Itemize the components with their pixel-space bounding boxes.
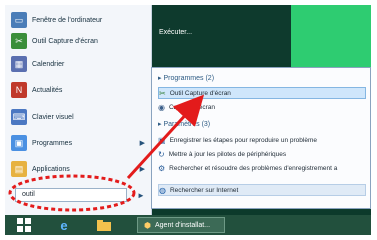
calendar-icon: ▦ bbox=[11, 56, 27, 72]
result-item-label: Rechercher sur Internet bbox=[169, 186, 239, 194]
result-item-search-internet[interactable]: ◍ Rechercher sur Internet bbox=[158, 184, 366, 196]
result-item-outil-capture[interactable]: ✂ Outil Capture d'écran bbox=[158, 87, 366, 99]
chevron-right-icon: ▶ bbox=[139, 166, 145, 173]
ie-icon[interactable]: e bbox=[55, 217, 73, 233]
start-menu-item-calendar[interactable]: ▦ Calendrier bbox=[11, 53, 145, 75]
start-menu-item-label: Outil Capture d'écran bbox=[32, 37, 98, 45]
scissors-icon: ✂ bbox=[11, 33, 27, 49]
windows-logo-icon[interactable] bbox=[15, 217, 33, 233]
update-icon: ↻ bbox=[158, 149, 165, 159]
result-item-label: Outil Capture d'écran bbox=[169, 89, 231, 97]
start-menu-item-top[interactable]: ▭ Fenêtre de l'ordinateur bbox=[11, 9, 145, 31]
taskbar: e ⬢ Agent d'installat... bbox=[5, 215, 371, 235]
news-icon: N bbox=[11, 82, 27, 98]
start-menu-item-programs[interactable]: ▣ Programmes ▶ bbox=[11, 132, 145, 154]
result-item-record-steps[interactable]: ▣ Enregistrer les étapes pour reproduire… bbox=[158, 134, 366, 146]
globe-icon: ◍ bbox=[159, 185, 166, 195]
keyboard-icon: ⌨ bbox=[11, 109, 27, 125]
start-menu: ▭ Fenêtre de l'ordinateur ✂ Outil Captur… bbox=[5, 5, 152, 215]
search-input[interactable]: outil bbox=[15, 188, 127, 202]
window-icon: ▭ bbox=[11, 12, 27, 28]
chevron-right-icon: ▶ bbox=[139, 140, 145, 147]
result-item-label: Rechercher et résoudre des problèmes d'e… bbox=[169, 164, 338, 172]
result-item-label: Enregistrer les étapes pour reproduire u… bbox=[169, 136, 317, 144]
taskbar-active-window-label: Agent d'installat... bbox=[154, 221, 211, 229]
taskbar-active-window-button[interactable]: ⬢ Agent d'installat... bbox=[137, 217, 225, 233]
result-item-troubleshoot[interactable]: ⚙ Rechercher et résoudre des problèmes d… bbox=[158, 162, 366, 174]
start-menu-item-label: Programmes bbox=[32, 139, 73, 147]
start-menu-item-label: Calendrier bbox=[32, 60, 65, 68]
result-item-update-drivers[interactable]: ↻ Mettre à jour les pilotes de périphéri… bbox=[158, 148, 366, 160]
record-icon: ▣ bbox=[158, 135, 166, 145]
start-menu-item-keyboard[interactable]: ⌨ Clavier visuel bbox=[11, 106, 145, 128]
search-results-panel: ▸ Programmes (2) ✂ Outil Capture d'écran… bbox=[151, 67, 371, 209]
start-menu-item-label: Clavier visuel bbox=[32, 113, 74, 121]
screenshot-frame: Exécuter... ▭ Fenêtre de l'ordinateur ✂ … bbox=[5, 5, 371, 235]
result-item-label: Mettre à jour les pilotes de périphériqu… bbox=[168, 150, 287, 158]
desktop-run-label[interactable]: Exécuter... bbox=[159, 29, 192, 36]
start-menu-item-label: Applications bbox=[32, 165, 70, 173]
folder-icon: ▣ bbox=[11, 135, 27, 151]
scissors-icon: ✂ bbox=[159, 88, 166, 98]
start-menu-item-news[interactable]: N Actualités bbox=[11, 79, 145, 101]
start-menu-item-label: Fenêtre de l'ordinateur bbox=[32, 16, 103, 24]
shutdown-arrow-icon[interactable]: ► bbox=[137, 191, 145, 200]
apps-icon: ▤ bbox=[11, 161, 27, 177]
folder-icon[interactable] bbox=[95, 217, 113, 233]
result-item-capture-ecran[interactable]: ◉ Capture d'écran bbox=[158, 101, 366, 113]
start-menu-item-snipping[interactable]: ✂ Outil Capture d'écran bbox=[11, 30, 145, 52]
installer-icon: ⬢ bbox=[144, 220, 151, 230]
start-menu-item-label: Actualités bbox=[32, 86, 63, 94]
section-header-parametres: ▸ Paramètres (3) bbox=[158, 121, 211, 128]
section-header-programmes: ▸ Programmes (2) bbox=[158, 75, 215, 82]
troubleshoot-icon: ⚙ bbox=[158, 163, 166, 173]
camera-icon: ◉ bbox=[158, 102, 165, 112]
result-item-label: Capture d'écran bbox=[168, 103, 216, 111]
start-menu-item-applications[interactable]: ▤ Applications ▶ bbox=[11, 158, 145, 180]
